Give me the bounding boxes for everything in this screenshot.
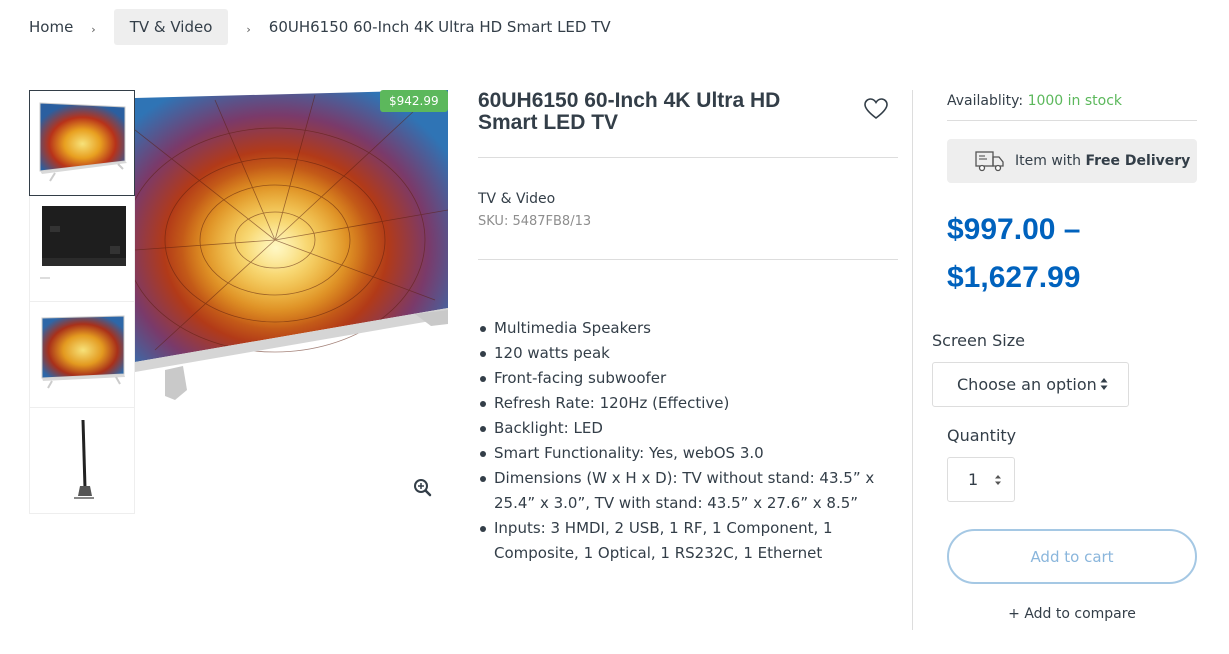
spec-item: Front-facing subwoofer <box>478 366 898 391</box>
availability-value: 1000 in stock <box>1027 93 1123 109</box>
quantity-input[interactable]: 1 <box>947 457 1015 502</box>
screen-size-value: Choose an option <box>957 375 1097 394</box>
product-main-image[interactable] <box>135 90 448 510</box>
tv-side-thumbnail <box>74 419 94 499</box>
screen-size-label: Screen Size <box>932 331 1025 350</box>
tv-front-thumbnail <box>39 102 127 182</box>
spec-item: 120 watts peak <box>478 341 898 366</box>
product-info: 60UH6150 60-Inch 4K Ultra HD Smart LED T… <box>478 89 898 562</box>
thumbnail-list <box>29 90 135 514</box>
delivery-bold: Free Delivery <box>1085 153 1191 169</box>
screen-size-select[interactable]: Choose an option <box>932 362 1129 407</box>
title-divider <box>478 157 898 158</box>
spec-item: Smart Functionality: Yes, webOS 3.0 <box>478 441 898 466</box>
breadcrumb-separator-icon: › <box>246 22 251 36</box>
availability-divider <box>947 120 1197 121</box>
thumbnail-tv-angle[interactable] <box>29 302 135 408</box>
spec-item: Refresh Rate: 120Hz (Effective) <box>478 391 898 416</box>
tv-back-thumbnail <box>40 206 126 279</box>
spec-item: Dimensions (W x H x D): TV without stand… <box>478 466 898 516</box>
breadcrumb-current: 60UH6150 60-Inch 4K Ultra HD Smart LED T… <box>268 18 611 36</box>
product-sku: SKU: 5487FB8/13 <box>478 214 592 229</box>
price-range: $997.00 – $1,627.99 <box>947 206 1080 302</box>
breadcrumb: Home › TV & Video › 60UH6150 60-Inch 4K … <box>29 9 611 45</box>
tv-main-image <box>135 90 448 400</box>
quantity-stepper-icon[interactable] <box>994 474 1002 486</box>
price-line-min: $997.00 – <box>947 213 1081 246</box>
delivery-truck-icon <box>975 151 1004 172</box>
quantity-label: Quantity <box>947 426 1017 445</box>
meta-divider <box>478 259 898 260</box>
availability-label: Availablity: <box>947 93 1024 109</box>
add-to-compare-link[interactable]: + Add to compare <box>947 606 1197 622</box>
free-delivery-box: Item with Free Delivery <box>947 139 1197 183</box>
breadcrumb-home-link[interactable]: Home <box>29 18 73 36</box>
tv-angle-thumbnail <box>41 315 125 389</box>
spec-item: Backlight: LED <box>478 416 898 441</box>
zoom-icon[interactable] <box>413 478 433 498</box>
column-separator <box>912 90 913 630</box>
spec-item: Multimedia Speakers <box>478 316 898 341</box>
breadcrumb-category-link[interactable]: TV & Video <box>113 9 229 45</box>
spec-item: Inputs: 3 HMDI, 2 USB, 1 RF, 1 Component… <box>478 516 898 566</box>
add-to-cart-button[interactable]: Add to cart <box>947 529 1197 584</box>
product-spec-list: Multimedia Speakers 120 watts peak Front… <box>478 316 898 566</box>
delivery-prefix: Item with <box>1015 153 1082 169</box>
thumbnail-tv-side[interactable] <box>29 408 135 514</box>
sale-price-badge: $942.99 <box>380 90 448 112</box>
wishlist-heart-icon[interactable] <box>864 98 888 120</box>
thumbnail-tv-front[interactable] <box>29 90 135 196</box>
breadcrumb-separator-icon: › <box>91 22 96 36</box>
product-category-link[interactable]: TV & Video <box>478 191 555 207</box>
price-line-max: $1,627.99 <box>947 261 1081 294</box>
product-title: 60UH6150 60-Inch 4K Ultra HD Smart LED T… <box>478 89 781 134</box>
thumbnail-tv-back[interactable] <box>29 196 135 302</box>
select-arrows-icon <box>1100 378 1108 390</box>
quantity-value: 1 <box>968 470 979 489</box>
availability: Availablity: 1000 in stock <box>947 93 1122 109</box>
